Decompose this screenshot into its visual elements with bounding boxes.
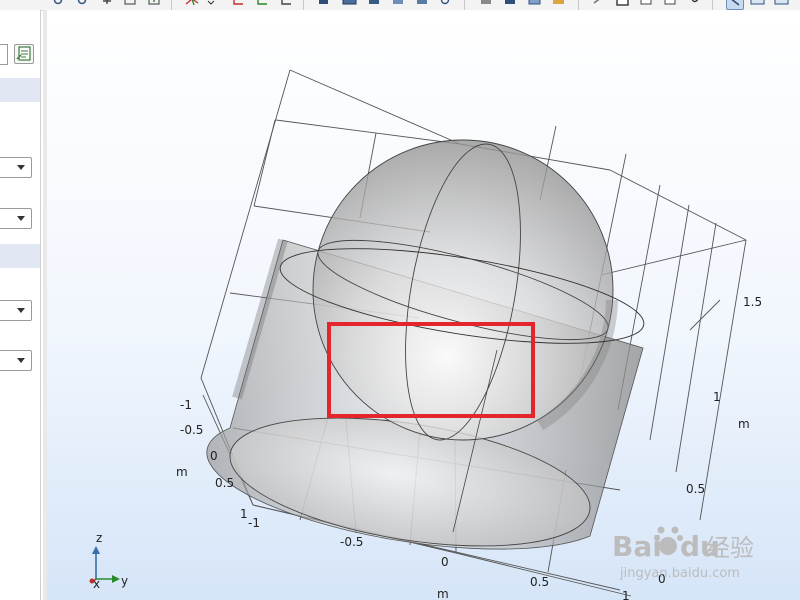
select-domain-icon[interactable]: [232, 0, 244, 8]
print-icon[interactable]: [616, 0, 630, 8]
chevron-down-icon: [17, 308, 25, 313]
x-tick-label: -0.5: [340, 535, 363, 549]
move-icon[interactable]: [101, 0, 113, 8]
show-icon[interactable]: [480, 0, 492, 8]
select-edge-icon[interactable]: [280, 0, 292, 8]
x-tick-label: 0: [441, 555, 449, 569]
y-tick-label: 1: [240, 507, 248, 521]
select-boundary-icon[interactable]: [256, 0, 268, 8]
y-axis-label: m: [176, 465, 188, 479]
render-icon[interactable]: [368, 0, 380, 8]
camera-icon[interactable]: [528, 0, 542, 8]
chevron-down-icon[interactable]: [207, 0, 215, 8]
toolbar-separator: [464, 0, 465, 10]
settings-panel: [0, 10, 41, 600]
hide-icon[interactable]: [416, 0, 428, 8]
search-icon[interactable]: [440, 0, 452, 8]
window-alt-icon[interactable]: [774, 0, 790, 8]
zoom-box-icon[interactable]: [640, 0, 652, 8]
scene-light-icon[interactable]: [552, 0, 566, 8]
wireframe-icon[interactable]: [342, 0, 358, 8]
zoom-selection-icon[interactable]: [664, 0, 676, 8]
report-button[interactable]: [14, 44, 34, 64]
reset-view-icon[interactable]: [592, 0, 604, 8]
triad-z-label: z: [96, 531, 102, 545]
transparency-icon[interactable]: [392, 0, 404, 8]
dropdown-1[interactable]: [0, 157, 32, 178]
zoom-out-icon[interactable]: [77, 0, 89, 8]
section-header[interactable]: [0, 78, 40, 102]
chevron-down-icon: [17, 165, 25, 170]
rotate-icon[interactable]: [688, 0, 700, 8]
section-header[interactable]: [0, 244, 40, 268]
triad-y-label: y: [121, 574, 128, 588]
toolbar-separator: [712, 0, 713, 10]
dropdown-3[interactable]: [0, 300, 32, 321]
axis-triad: z y x: [89, 531, 128, 591]
y-tick-label: 0.5: [215, 476, 234, 490]
x-axis-label: m: [437, 587, 449, 600]
zoom-extents-icon[interactable]: [124, 0, 136, 8]
dropdown-4[interactable]: [0, 350, 32, 371]
watermark: Bai du 经验 jingyan.baidu.com: [612, 526, 754, 581]
watermark-brand: Bai: [612, 530, 662, 563]
import-icon[interactable]: [148, 0, 160, 8]
toolbar-separator: [303, 0, 304, 10]
dropdown-2[interactable]: [0, 208, 32, 229]
text-field[interactable]: [0, 44, 8, 65]
light-icon[interactable]: [504, 0, 516, 8]
zoom-in-icon[interactable]: [53, 0, 65, 8]
block-icon[interactable]: [318, 0, 330, 8]
x-tick-label: 1: [622, 589, 630, 600]
z-tick-label: 0.5: [686, 482, 705, 496]
z-tick-label: 1: [713, 390, 721, 404]
report-icon: [16, 46, 31, 61]
axis-icon[interactable]: [184, 0, 204, 8]
toolbar-separator: [171, 0, 172, 10]
watermark-suffix: 经验: [706, 534, 754, 562]
z-axis-label: m: [738, 417, 750, 431]
x-tick-label: 0.5: [530, 575, 549, 589]
snapshot-icon[interactable]: [726, 0, 744, 10]
toolbar-separator: [578, 0, 579, 10]
y-tick-label: -1: [180, 398, 192, 412]
triad-x-label: x: [93, 577, 100, 591]
z-tick-label: 1.5: [743, 295, 762, 309]
watermark-url: jingyan.baidu.com: [619, 566, 740, 581]
model-scene[interactable]: -1 -0.5 0 0.5 1 m -1 -0.5 0 0.5 1 m 1.5 …: [47, 10, 800, 600]
graphics-window[interactable]: -1 -0.5 0 0.5 1 m -1 -0.5 0 0.5 1 m 1.5 …: [47, 10, 800, 600]
x-tick-label: -1: [248, 516, 260, 530]
chevron-down-icon: [17, 358, 25, 363]
y-tick-label: 0: [210, 449, 218, 463]
chevron-down-icon: [17, 216, 25, 221]
window-icon[interactable]: [750, 0, 766, 8]
y-tick-label: -0.5: [180, 423, 203, 437]
